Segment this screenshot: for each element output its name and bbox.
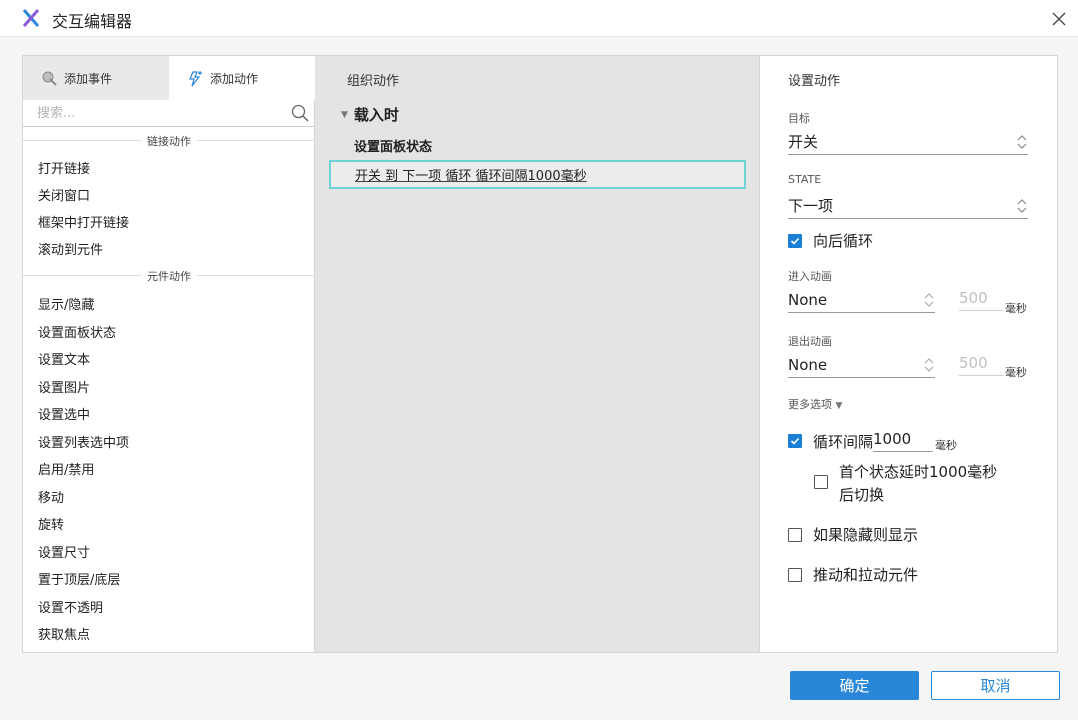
title-bar: 交互编辑器 xyxy=(0,0,1078,37)
checkbox-unchecked-icon xyxy=(788,567,802,582)
chevron-updown-icon xyxy=(924,293,934,307)
list-item[interactable]: 设置不透明 xyxy=(23,592,315,620)
organize-actions-panel: 组织动作 ▼ 载入时 设置面板状态 开关 到 下一项 循环 循环间隔1000毫秒 xyxy=(315,56,760,652)
loop-interval-input[interactable]: 1000 xyxy=(873,430,934,452)
wrap-checkbox[interactable]: 向后循环 xyxy=(788,230,873,251)
action-detail-row[interactable]: 开关 到 下一项 循环 循环间隔1000毫秒 xyxy=(329,160,746,189)
cancel-button[interactable]: 取消 xyxy=(931,671,1060,700)
checkbox-unchecked-icon xyxy=(814,475,828,489)
show-if-hidden-label: 如果隐藏则显示 xyxy=(813,526,919,544)
close-button[interactable] xyxy=(1046,6,1072,32)
section-widget-actions: 元件动作 xyxy=(23,262,315,289)
unit-label: 毫秒 xyxy=(1005,366,1027,379)
push-pull-checkbox[interactable]: 推动和拉动元件 xyxy=(788,564,918,585)
enter-anim-label: 进入动画 xyxy=(788,270,832,283)
list-item[interactable]: 获取焦点 xyxy=(23,620,315,647)
list-item[interactable]: 滚动到元件 xyxy=(23,235,315,262)
list-item[interactable]: 设置选中 xyxy=(23,400,315,427)
checkbox-checked-icon xyxy=(788,233,802,248)
unit-label: 毫秒 xyxy=(935,439,958,452)
first-delay-label-line1: 首个状态延时1000毫秒 xyxy=(839,463,998,481)
tab-add-action[interactable]: 添加动作 xyxy=(169,56,315,100)
checkbox-unchecked-icon xyxy=(788,527,802,542)
state-value: 下一项 xyxy=(788,197,834,215)
panel-title: 设置动作 xyxy=(788,74,841,89)
target-select[interactable]: 开关 xyxy=(788,129,1028,155)
exit-anim-label: 退出动画 xyxy=(788,335,832,348)
list-item[interactable]: 设置图片 xyxy=(23,372,315,400)
loop-checkbox[interactable]: 循环间隔 1000 毫秒 xyxy=(788,429,957,453)
list-item[interactable]: 旋转 xyxy=(23,510,315,537)
left-panel: 添加事件 添加动作 链接动作 打开链接 关闭窗口 框架中打开链接 xyxy=(23,56,315,652)
exit-anim-value: None xyxy=(788,355,828,374)
list-item[interactable]: 设置尺寸 xyxy=(23,537,315,565)
state-label: STATE xyxy=(788,173,822,186)
target-label: 目标 xyxy=(788,112,810,125)
list-item[interactable]: 启用/禁用 xyxy=(23,455,315,482)
list-item[interactable]: 设置面板状态 xyxy=(23,317,315,345)
add-event-icon xyxy=(42,71,57,86)
chevron-updown-icon xyxy=(1017,135,1027,149)
list-item[interactable]: 设置文本 xyxy=(23,345,315,372)
list-item[interactable]: 框架中打开链接 xyxy=(23,208,315,235)
action-set-panel-state[interactable]: 设置面板状态 xyxy=(354,136,432,155)
list-item[interactable]: 设置列表选中项 xyxy=(23,427,315,455)
list-item[interactable]: 置于顶层/底层 xyxy=(23,565,315,592)
configure-action-panel: 设置动作 目标 开关 STATE 下一项 向后循环 进入动画 None 500 … xyxy=(760,56,1057,652)
event-onload[interactable]: ▼ 载入时 xyxy=(341,104,399,125)
more-options-label: 更多选项 xyxy=(788,398,832,411)
left-tabs: 添加事件 添加动作 xyxy=(23,56,315,100)
enter-anim-select[interactable]: None xyxy=(788,287,935,313)
first-delay-label-line2: 后切换 xyxy=(839,486,885,504)
tab-add-event[interactable]: 添加事件 xyxy=(23,56,169,100)
wrap-label: 向后循环 xyxy=(813,232,874,250)
axure-logo-icon xyxy=(22,9,40,27)
state-select[interactable]: 下一项 xyxy=(788,193,1028,219)
window-title: 交互编辑器 xyxy=(52,12,133,31)
checkbox-checked-icon xyxy=(788,434,802,448)
search-icon[interactable] xyxy=(291,104,309,122)
first-delay-checkbox[interactable]: 首个状态延时1000毫秒 后切换 xyxy=(814,461,997,507)
more-options-toggle[interactable]: 更多选项 ▼ xyxy=(788,396,842,412)
search-bar xyxy=(23,100,315,127)
list-item[interactable]: 打开链接 xyxy=(23,154,315,181)
dropdown-arrow-icon: ▼ xyxy=(835,401,843,411)
collapse-triangle-icon[interactable]: ▼ xyxy=(341,110,348,120)
editor-frame: 添加事件 添加动作 链接动作 打开链接 关闭窗口 框架中打开链接 xyxy=(22,55,1058,653)
enter-duration-input[interactable]: 500 xyxy=(959,289,1003,311)
event-name: 载入时 xyxy=(353,106,399,124)
tab-add-action-label: 添加动作 xyxy=(210,71,259,86)
exit-duration-input[interactable]: 500 xyxy=(959,354,1003,376)
action-list: 链接动作 打开链接 关闭窗口 框架中打开链接 滚动到元件 元件动作 显示/隐藏 … xyxy=(23,128,315,652)
close-icon xyxy=(1052,12,1066,26)
enter-anim-value: None xyxy=(788,290,828,309)
section-link-actions: 链接动作 xyxy=(23,128,315,154)
list-item[interactable]: 移动 xyxy=(23,482,315,510)
chevron-updown-icon xyxy=(924,358,934,372)
ok-button[interactable]: 确定 xyxy=(790,671,919,700)
push-pull-label: 推动和拉动元件 xyxy=(813,566,919,584)
search-input[interactable] xyxy=(37,103,277,123)
action-detail-text: 开关 到 下一项 循环 循环间隔1000毫秒 xyxy=(355,169,587,184)
list-item[interactable]: 关闭窗口 xyxy=(23,181,315,208)
tab-add-event-label: 添加事件 xyxy=(64,71,113,86)
chevron-updown-icon xyxy=(1017,199,1027,213)
section-title: 元件动作 xyxy=(141,267,197,284)
loop-label: 循环间隔 xyxy=(813,432,874,451)
add-action-icon xyxy=(189,70,202,86)
section-title: 链接动作 xyxy=(141,132,197,149)
list-item[interactable]: 显示/隐藏 xyxy=(23,289,315,317)
panel-title: 组织动作 xyxy=(347,74,400,89)
target-value: 开关 xyxy=(788,133,819,151)
show-if-hidden-checkbox[interactable]: 如果隐藏则显示 xyxy=(788,524,918,545)
exit-anim-select[interactable]: None xyxy=(788,352,935,378)
unit-label: 毫秒 xyxy=(1005,302,1027,315)
